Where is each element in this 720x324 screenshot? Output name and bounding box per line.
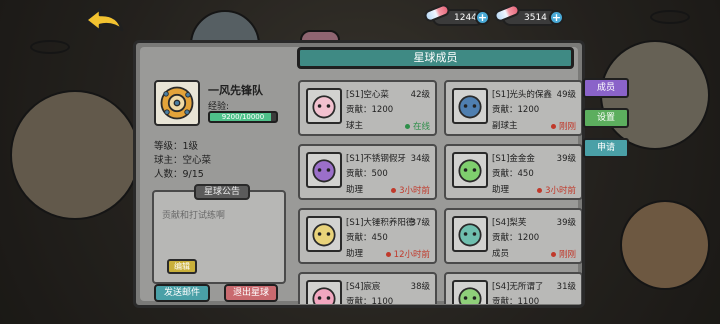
member-name: [S4]梨芙 <box>492 218 527 228</box>
notice-board: 星球公告 贡献和打试练啊 编辑 <box>152 184 286 284</box>
member-card[interactable]: [S1]不锈钢假牙 34级贡献：500 助理 3小时前 <box>298 144 437 200</box>
member-role: 成员 <box>492 249 510 259</box>
character-avatar-icon <box>312 159 336 183</box>
character-avatar-icon <box>458 287 482 304</box>
member-contribution: 贡献：1100 <box>492 297 540 304</box>
member-level: 39级 <box>556 154 576 164</box>
member-name: [S1]金金金 <box>492 154 535 164</box>
character-avatar-icon <box>312 287 336 304</box>
member-contribution: 贡献：450 <box>492 169 534 179</box>
status-dot-icon <box>550 251 556 257</box>
member-contribution: 贡献：1200 <box>492 233 540 243</box>
send-mail-button[interactable]: 发送邮件 <box>154 284 210 302</box>
member-level: 31级 <box>556 282 576 292</box>
character-avatar-icon <box>458 159 482 183</box>
member-avatar <box>306 280 342 304</box>
add-gems-button[interactable]: + <box>475 10 490 25</box>
character-avatar-icon <box>312 223 336 247</box>
quit-planet-button[interactable]: 退出星球 <box>224 284 278 302</box>
tab-apply[interactable]: 申请 <box>583 138 629 158</box>
member-level: 38级 <box>410 282 430 292</box>
member-card[interactable]: [S1]光头的保鑫 49级贡献：1200 副球主 刚刚 <box>444 80 582 136</box>
member-card[interactable]: [S4]梨芙 39级贡献：1200 成员 刚刚 <box>444 208 582 264</box>
character-avatar-icon <box>458 95 482 119</box>
member-status: 3小时前 <box>391 184 430 196</box>
member-role: 球主 <box>346 121 364 131</box>
member-role: 助理 <box>346 185 364 195</box>
team-owner: 球主：空心菜 <box>154 155 212 166</box>
member-avatar <box>452 88 488 124</box>
cog-emblem-icon <box>160 86 194 120</box>
member-status: 在线 <box>404 120 430 132</box>
member-status-text: 3小时前 <box>399 186 430 196</box>
member-status-text: 3小时前 <box>545 186 576 196</box>
member-card[interactable]: [S1]空心菜 42级贡献：1200 球主 在线 <box>298 80 437 136</box>
member-status-text: 12小时前 <box>393 250 430 260</box>
member-avatar <box>452 152 488 188</box>
member-card[interactable]: [S4]宸宸 38级贡献：1100 <box>298 272 437 304</box>
member-name: [S1]不锈钢假牙 <box>346 154 406 164</box>
member-level: 34级 <box>410 154 430 164</box>
tab-members[interactable]: 成员 <box>583 78 629 98</box>
member-contribution: 贡献：450 <box>346 233 388 243</box>
member-status-text: 刚刚 <box>558 122 576 132</box>
add-coins-button[interactable]: + <box>549 10 564 25</box>
member-list[interactable]: [S1]空心菜 42级贡献：1200 球主 在线 [S1]光头的保鑫 49级贡献：1200… <box>292 72 582 304</box>
notice-text: 贡献和打试练啊 <box>162 211 226 221</box>
member-avatar <box>452 216 488 252</box>
status-dot-icon <box>385 251 391 257</box>
member-avatar <box>306 216 342 252</box>
team-name: 一风先锋队 <box>208 84 263 97</box>
coin-value: 3514 <box>524 12 547 23</box>
status-dot-icon <box>404 123 410 129</box>
member-card[interactable]: [S4]无所谓了 31级贡献：1100 <box>444 272 582 304</box>
status-dot-icon <box>550 123 556 129</box>
status-dot-icon <box>537 187 543 193</box>
status-dot-icon <box>391 187 397 193</box>
member-role: 助理 <box>492 185 510 195</box>
team-info: 一风先锋队 经验: 9200/10000 等级：1级 球主：空心菜 人数：9/1… <box>144 72 290 308</box>
member-level: 39级 <box>556 218 576 228</box>
member-list-title: 星球成员 <box>297 47 574 69</box>
team-members: 人数：9/15 <box>154 169 204 180</box>
member-level: 49级 <box>556 90 576 100</box>
member-role: 副球主 <box>492 121 518 131</box>
member-avatar <box>306 88 342 124</box>
member-role: 助理 <box>346 249 364 259</box>
member-contribution: 贡献：1200 <box>492 105 540 115</box>
gem-counter: 12440k + <box>422 2 490 26</box>
member-name: [S4]宸宸 <box>346 282 381 292</box>
exp-text: 9200/10000 <box>221 113 265 121</box>
member-name: [S1]空心菜 <box>346 90 389 100</box>
member-card[interactable]: [S1]大锤积养阳德 37级贡献：450 助理 12小时前 <box>298 208 437 264</box>
member-contribution: 贡献：500 <box>346 169 388 179</box>
member-contribution: 贡献：1100 <box>346 297 394 304</box>
member-avatar <box>452 280 488 304</box>
tab-settings[interactable]: 设置 <box>583 108 629 128</box>
member-status: 刚刚 <box>550 248 576 260</box>
team-emblem <box>154 80 200 126</box>
member-contribution: 贡献：1200 <box>346 105 394 115</box>
team-level: 等级：1级 <box>154 141 199 152</box>
member-status: 3小时前 <box>537 184 576 196</box>
member-name: [S4]无所谓了 <box>492 282 544 292</box>
member-name: [S1]光头的保鑫 <box>492 90 552 100</box>
back-arrow-icon[interactable] <box>82 6 126 36</box>
coin-counter: 3514 + <box>492 2 564 26</box>
character-avatar-icon <box>458 223 482 247</box>
member-level: 42级 <box>410 90 430 100</box>
member-status-text: 刚刚 <box>558 250 576 260</box>
member-name: [S1]大锤积养阳德 <box>346 218 415 228</box>
member-status-text: 在线 <box>412 122 430 132</box>
member-level: 37级 <box>410 218 430 228</box>
member-card[interactable]: [S1]金金金 39级贡献：450 助理 3小时前 <box>444 144 582 200</box>
member-status: 刚刚 <box>550 120 576 132</box>
edit-notice-button[interactable]: 编辑 <box>167 259 197 274</box>
notice-title: 星球公告 <box>194 184 250 200</box>
character-avatar-icon <box>312 95 336 119</box>
exp-bar: 9200/10000 <box>208 111 278 123</box>
member-avatar <box>306 152 342 188</box>
member-status: 12小时前 <box>385 248 430 260</box>
